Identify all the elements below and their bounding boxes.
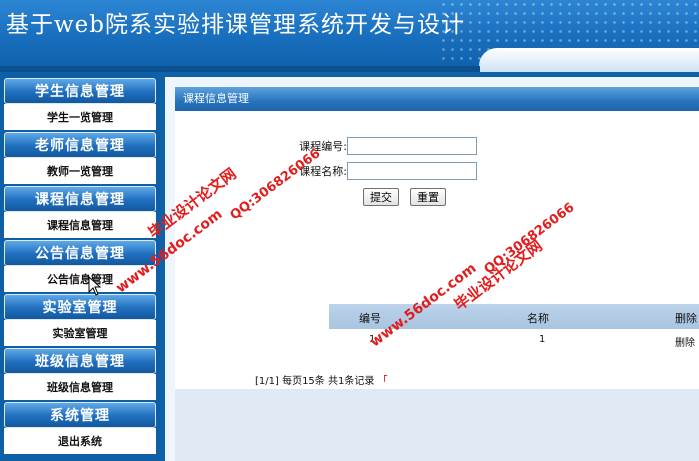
course-code-row: 课程编号: (285, 137, 477, 155)
panel-footer (175, 389, 699, 461)
course-name-row: 课程名称: (285, 162, 477, 180)
column-header-name: 名称 (527, 312, 549, 325)
table-header: 编号 名称 删除 (329, 304, 699, 329)
sidebar-group-class[interactable]: 班级信息管理 (4, 348, 156, 374)
sidebar-group-teacher[interactable]: 老师信息管理 (4, 132, 156, 158)
sidebar-group-course[interactable]: 课程信息管理 (4, 186, 156, 212)
course-code-label: 课程编号: (299, 140, 347, 153)
sidebar-group-notice[interactable]: 公告信息管理 (4, 240, 156, 266)
submit-button[interactable]: 提交 (363, 188, 399, 206)
header-tab-decoration (479, 48, 699, 72)
delete-link[interactable]: 删除 (675, 334, 695, 349)
panel-body: 课程编号: 课程名称: 提交 重置 编号 名称 删除 1 1 删除 [1/1] … (175, 111, 699, 389)
sidebar-item-course-manage[interactable]: 课程信息管理 (4, 212, 156, 238)
sidebar-item-notice-manage[interactable]: 公告信息管理 (4, 266, 156, 292)
pagination-info: [1/1] 每页15条 共1条记录 (255, 376, 375, 387)
sidebar-item-class-manage[interactable]: 班级信息管理 (4, 374, 156, 400)
course-name-label: 课程名称: (299, 165, 347, 178)
sidebar-item-lab-manage[interactable]: 实验室管理 (4, 320, 156, 346)
reset-button[interactable]: 重置 (410, 188, 446, 206)
cell-name: 1 (539, 334, 546, 345)
column-header-delete: 删除 (675, 312, 697, 325)
course-name-input[interactable] (347, 162, 477, 180)
table-row: 1 1 删除 (329, 329, 699, 351)
main-content: 课程信息管理 课程编号: 课程名称: 提交 重置 编号 名称 删除 1 1 删除… (165, 77, 699, 461)
sidebar-group-student[interactable]: 学生信息管理 (4, 78, 156, 104)
sidebar-item-logout[interactable]: 退出系统 (4, 428, 156, 454)
sidebar-group-system[interactable]: 系统管理 (4, 402, 156, 428)
column-header-id: 编号 (359, 312, 381, 325)
sidebar: 学生信息管理 学生一览管理 老师信息管理 教师一览管理 课程信息管理 课程信息管… (0, 72, 160, 461)
sidebar-item-student-list[interactable]: 学生一览管理 (4, 104, 156, 130)
sidebar-item-teacher-list[interactable]: 教师一览管理 (4, 158, 156, 184)
app-title: 基于web院系实验排课管理系统开发与设计 (6, 12, 466, 38)
pagination: [1/1] 每页15条 共1条记录 「 (255, 372, 388, 387)
panel-title: 课程信息管理 (175, 87, 699, 111)
header-banner: 基于web院系实验排课管理系统开发与设计 (0, 0, 699, 72)
sidebar-group-lab[interactable]: 实验室管理 (4, 294, 156, 320)
course-code-input[interactable] (347, 137, 477, 155)
pagination-link[interactable]: 「 (378, 376, 388, 387)
cell-id: 1 (369, 334, 376, 345)
